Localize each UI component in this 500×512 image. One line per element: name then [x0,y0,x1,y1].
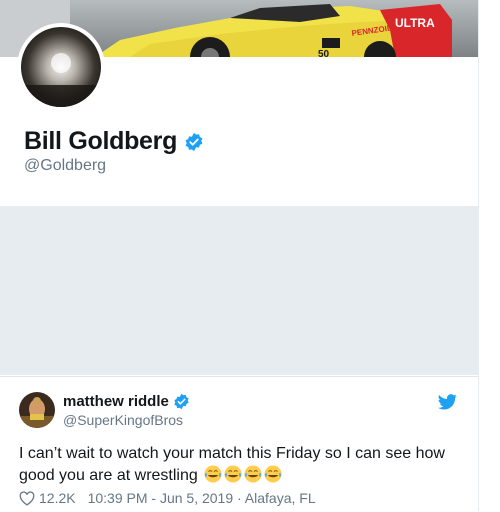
banner-number-text: 50 [318,49,330,57]
tweet-verified-badge-icon [174,393,189,410]
verified-badge-icon [185,132,203,151]
tweet-body: I can’t wait to watch your match this Fr… [19,443,459,487]
banner-model-text: ULTRA [395,16,435,30]
twitter-bird-icon[interactable] [438,394,457,410]
tweet-timestamp[interactable]: 10:39 PM - Jun 5, 2019 · Alafaya, FL [88,490,316,506]
tweet-author-row: matthew riddle [63,393,190,410]
tears-of-joy-emoji-icon [244,465,262,483]
profile-avatar[interactable] [21,27,101,107]
profile-handle[interactable]: @Goldberg [24,157,106,175]
author-wrestler-image [19,392,55,428]
profile-name-row: Bill Goldberg [24,127,204,156]
empty-media-area [0,207,478,375]
heart-icon[interactable] [19,490,35,506]
avatar-crowd-image [21,27,101,107]
emoji-group [202,465,282,484]
tweet-meta-row: 12.2K 10:39 PM - Jun 5, 2019 · Alafaya, … [19,490,316,506]
tweet-author-handle[interactable]: @SuperKingofBros [63,412,183,428]
tweet-author-name[interactable]: matthew riddle [63,393,169,410]
profile-display-name[interactable]: Bill Goldberg [24,127,177,156]
tears-of-joy-emoji-icon [224,465,242,483]
scroll-gutter [478,0,500,511]
tears-of-joy-emoji-icon [264,465,282,483]
tweet-author-avatar[interactable] [19,392,55,428]
like-count[interactable]: 12.2K [39,490,76,506]
tears-of-joy-emoji-icon [204,465,222,483]
tweet-embed-frame: PENNZOIL ULTRA 50 Bill Goldberg @Goldber… [0,0,478,512]
